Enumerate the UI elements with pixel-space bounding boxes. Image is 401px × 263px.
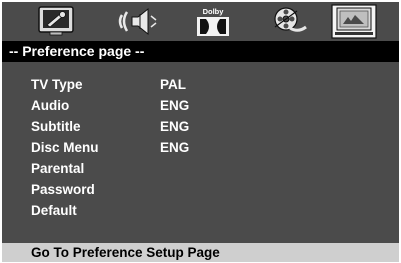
menu-item-label: Audio xyxy=(31,98,70,113)
menu-item-value: ENG xyxy=(160,119,190,134)
preference-menu: TV Type PAL Audio ENG Subtitle ENG Disc … xyxy=(2,62,399,243)
general-setup-icon[interactable] xyxy=(38,6,74,37)
dolby-digital-setup-icon[interactable]: Dolby xyxy=(195,6,231,37)
dvd-setup-screen: Dolby -- Preference page -- TV Type PAL … xyxy=(0,0,401,263)
dolby-label: Dolby xyxy=(203,7,225,16)
setup-tab-bar: Dolby xyxy=(2,2,399,41)
menu-item-subtitle[interactable]: Subtitle ENG xyxy=(2,118,399,138)
menu-item-value: ENG xyxy=(160,140,190,155)
menu-item-value: PAL xyxy=(160,77,186,92)
status-bar: Go To Preference Setup Page xyxy=(2,243,399,262)
menu-item-value: ENG xyxy=(160,98,190,113)
menu-item-label: Password xyxy=(31,182,95,197)
menu-item-default[interactable]: Default xyxy=(2,202,399,222)
menu-item-label: Disc Menu xyxy=(31,140,99,155)
menu-item-label: Parental xyxy=(31,161,85,176)
page-header: -- Preference page -- xyxy=(2,41,399,62)
menu-item-tv-type[interactable]: TV Type PAL xyxy=(2,76,399,96)
page-title: -- Preference page -- xyxy=(9,43,145,59)
menu-item-label: Subtitle xyxy=(31,119,81,134)
menu-item-label: TV Type xyxy=(31,77,83,92)
menu-item-parental[interactable]: Parental xyxy=(2,160,399,180)
audio-setup-icon[interactable] xyxy=(116,6,160,37)
menu-item-disc-menu[interactable]: Disc Menu ENG xyxy=(2,139,399,159)
video-setup-icon[interactable] xyxy=(266,6,308,37)
menu-item-label: Default xyxy=(31,203,77,218)
menu-item-password[interactable]: Password xyxy=(2,181,399,201)
preference-setup-icon[interactable] xyxy=(331,4,377,39)
menu-item-audio[interactable]: Audio ENG xyxy=(2,97,399,117)
status-text: Go To Preference Setup Page xyxy=(31,245,220,260)
